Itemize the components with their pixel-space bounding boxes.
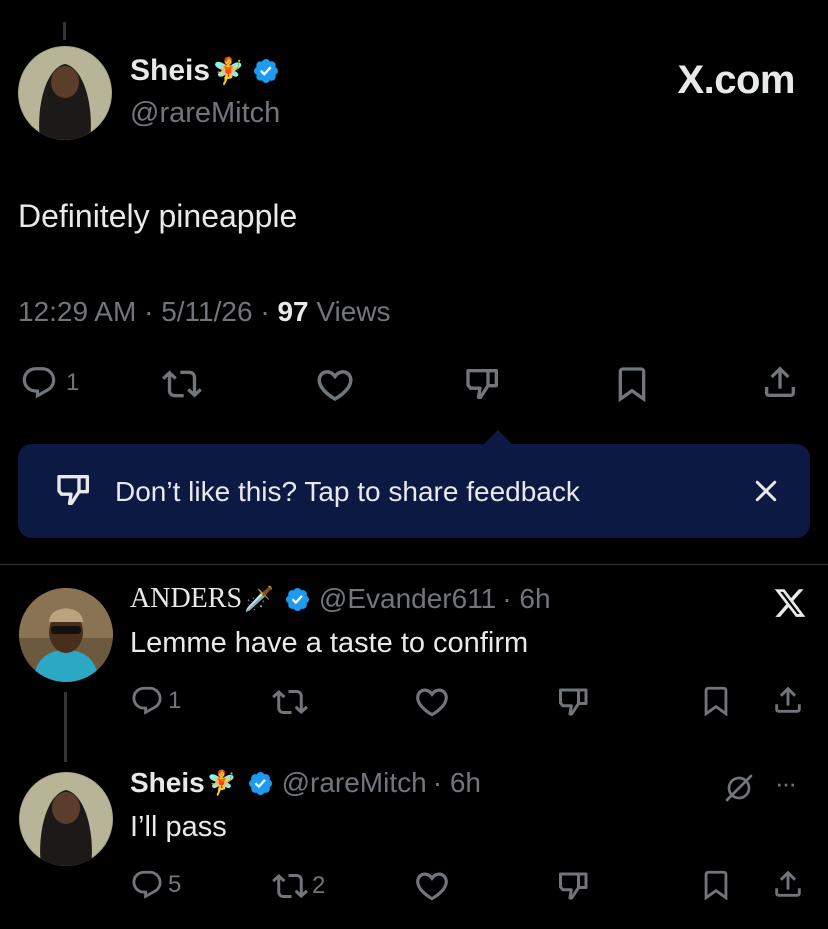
reply-avatar[interactable] [19,588,113,682]
banner-pointer [483,430,513,445]
heart-icon [413,867,451,905]
share-button[interactable] [760,362,800,402]
share-icon [771,683,805,717]
views-count: 97 [277,296,309,327]
repost-button[interactable] [162,364,202,404]
post-time[interactable]: 12:29 AM [18,296,136,327]
bookmark-button[interactable] [699,684,733,718]
reply-text: I’ll pass [130,811,227,843]
share-button[interactable] [771,683,805,717]
reply-avatar[interactable] [19,772,113,866]
brand-label: X.com [677,58,795,102]
reply-author-name[interactable]: Sheis [130,767,205,799]
author-avatar[interactable] [18,46,112,140]
reply-button[interactable]: 1 [130,684,181,718]
dagger-emoji: 🗡️ [244,585,274,613]
x-logo-icon[interactable] [773,586,807,620]
dislike-button[interactable] [556,868,592,904]
bookmark-button[interactable] [612,364,652,404]
like-button[interactable] [314,364,356,406]
repost-count: 2 [312,872,326,899]
dislike-button[interactable] [556,684,592,720]
views-label: Views [316,296,391,327]
section-divider [0,564,828,565]
verified-badge-icon[interactable] [252,57,280,85]
meta-separator: · [260,296,270,327]
close-icon[interactable] [751,476,781,506]
share-icon [771,867,805,901]
meta-separator: · [144,296,154,327]
reply-handle[interactable]: @Evander611 [319,583,496,615]
feedback-banner[interactable]: Don’t like this? Tap to share feedback [18,430,810,538]
reply-icon [130,684,164,718]
repost-icon [162,364,202,404]
share-button[interactable] [771,867,805,901]
reply-time[interactable]: · 6h [502,583,550,615]
heart-icon [314,364,356,406]
reply-header: Sheis 🧚 @rareMitch · 6h [130,767,481,799]
reply-header: ANDERS 🗡️ @Evander611 · 6h [130,583,551,615]
repost-button[interactable]: 2 [272,868,325,904]
thumbs-down-icon [463,364,503,404]
thread-connector [64,692,67,762]
thumbs-down-icon [54,470,94,510]
bookmark-button[interactable] [699,868,733,902]
dislike-button[interactable] [463,364,503,404]
repost-button[interactable] [272,684,308,720]
author-handle[interactable]: @rareMitch [130,97,280,130]
reply-count: 1 [168,687,182,714]
fairy-emoji: 🧚 [206,769,237,797]
fairy-emoji: 🧚 [212,55,245,86]
reply-author-name[interactable]: ANDERS [130,583,242,615]
brand-logo[interactable]: X.com [677,58,795,103]
reply-button[interactable]: 5 [130,868,181,902]
grok-icon[interactable] [723,772,755,804]
reply-icon [20,364,58,402]
post-date[interactable]: 5/11/26 [161,296,252,327]
post-meta: 12:29 AM · 5/11/26 · 97 Views [18,296,391,328]
share-icon [760,362,800,402]
reply-time[interactable]: · 6h [433,767,481,799]
verified-badge-icon[interactable] [284,586,311,613]
bookmark-icon [699,684,733,718]
heart-icon [413,683,451,721]
thread-connector-top [63,22,66,40]
reply-text: Lemme have a taste to confirm [130,627,529,659]
reply-count: 1 [66,369,80,396]
like-button[interactable] [413,683,451,721]
reply-button[interactable]: 1 [20,364,79,402]
bookmark-icon [699,868,733,902]
thumbs-down-icon [556,684,592,720]
post-text: Definitely pineapple [18,198,298,234]
repost-icon [272,868,308,904]
author-name-row: Sheis 🧚 [130,54,280,88]
repost-icon [272,684,308,720]
reply-count: 5 [168,871,182,898]
reply-handle[interactable]: @rareMitch [282,767,427,799]
like-button[interactable] [413,867,451,905]
more-options-button[interactable]: ··· [775,768,797,799]
author-name[interactable]: Sheis [130,54,210,88]
thumbs-down-icon [556,868,592,904]
verified-badge-icon[interactable] [247,770,274,797]
feedback-text[interactable]: Don’t like this? Tap to share feedback [115,476,580,508]
reply-icon [130,868,164,902]
bookmark-icon [612,364,652,404]
